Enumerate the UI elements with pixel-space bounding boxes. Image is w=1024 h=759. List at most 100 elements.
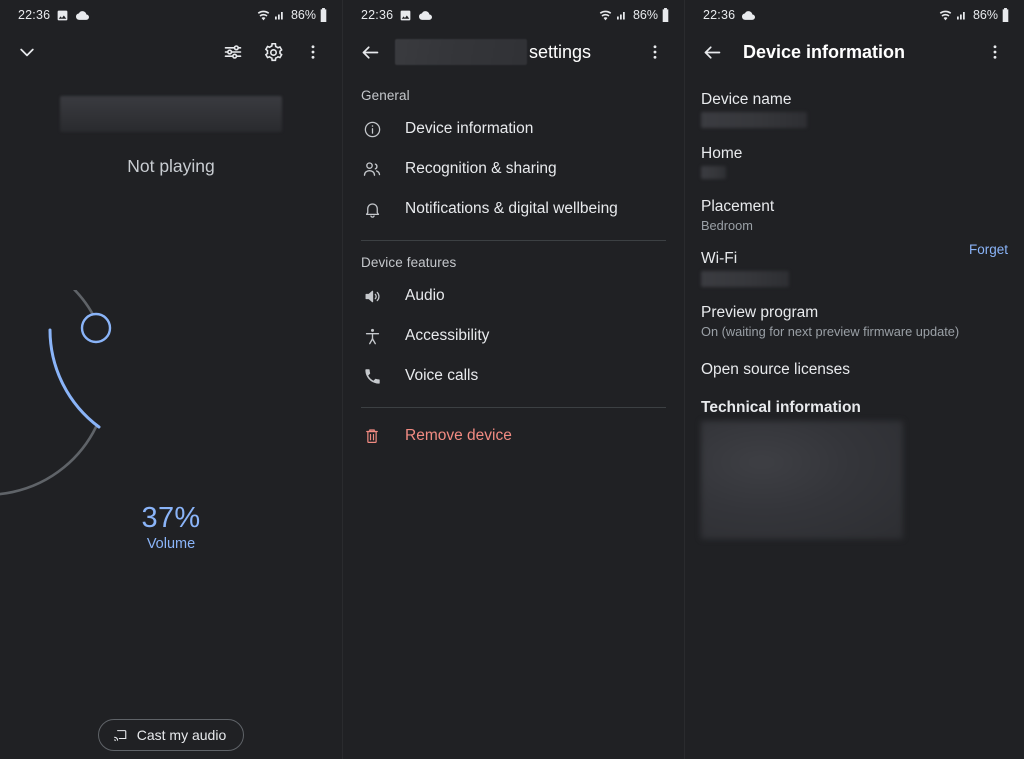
volume-dial[interactable]: 37% Volume (0, 252, 342, 560)
wifi-icon (256, 9, 271, 22)
battery-percent: 86% (972, 8, 998, 22)
battery-icon (1001, 8, 1010, 22)
status-bar: 22:36 86% (685, 0, 1024, 30)
settings-item-label: Notifications & digital wellbeing (405, 200, 618, 217)
settings-appbar: settings (343, 30, 684, 74)
info-row-open-source-licenses[interactable]: Open source licenses (701, 339, 1008, 379)
settings-item-label: Voice calls (405, 367, 479, 384)
status-bar-right: 86% (256, 8, 328, 22)
image-icon (56, 9, 69, 22)
status-time: 22:36 (361, 8, 394, 22)
accessibility-icon (361, 327, 383, 346)
album-art-placeholder (60, 96, 282, 132)
settings-item-device-information[interactable]: Device information (343, 109, 684, 149)
info-row-technical-information: Technical information (701, 379, 1008, 539)
page-title: settings (395, 39, 591, 65)
info-row-home[interactable]: Home (701, 128, 1008, 179)
device-information-list: Device name Home Placement Bedroom Wi-Fi… (685, 74, 1024, 539)
volume-readout: 37% Volume (0, 502, 342, 552)
redacted-wifi-value (701, 271, 789, 287)
gear-icon[interactable] (258, 37, 288, 67)
playback-status: Not playing (127, 156, 215, 176)
status-bar-left: 22:36 (18, 8, 90, 22)
redacted-home-value (701, 166, 726, 179)
redacted-device-name-value (701, 112, 807, 128)
settings-item-notifications-wellbeing[interactable]: Notifications & digital wellbeing (343, 189, 684, 229)
redacted-technical-information-block (701, 421, 903, 539)
device-settings-panel: 22:36 86% settings General Device inform… (342, 0, 684, 759)
section-header-device-features: Device features (361, 255, 457, 270)
device-information-appbar: Device information (685, 30, 1024, 74)
info-label: Preview program (701, 304, 819, 321)
arrow-back-icon[interactable] (697, 37, 727, 67)
three-panel-screenshot: 22:36 86% Not playing 37% Volume Cast my… (0, 0, 1024, 759)
settings-item-accessibility[interactable]: Accessibility (343, 316, 684, 356)
status-time: 22:36 (703, 8, 736, 22)
device-information-panel: 22:36 86% Device information Device name… (684, 0, 1024, 759)
info-circle-icon (361, 120, 383, 139)
cloud-icon (741, 9, 756, 22)
cast-my-audio-button[interactable]: Cast my audio (97, 719, 245, 751)
arrow-back-icon[interactable] (355, 37, 385, 67)
info-label: Wi-Fi (701, 250, 738, 267)
status-bar: 22:36 86% (343, 0, 684, 30)
info-row-device-name[interactable]: Device name (701, 82, 1008, 128)
info-value: On (waiting for next preview firmware up… (701, 324, 960, 339)
now-playing-panel: 22:36 86% Not playing 37% Volume Cast my… (0, 0, 342, 759)
remove-device-button[interactable]: Remove device (343, 416, 684, 456)
cast-button-row: Cast my audio (0, 719, 342, 751)
remove-device-label: Remove device (405, 427, 512, 444)
more-vert-icon[interactable] (298, 37, 328, 67)
battery-icon (319, 8, 328, 22)
info-label: Home (701, 145, 743, 162)
status-bar-right: 86% (938, 8, 1010, 22)
volume-label: Volume (146, 536, 196, 552)
image-icon (399, 9, 412, 22)
info-row-preview-program[interactable]: Preview program On (waiting for next pre… (701, 287, 1008, 339)
cast-icon (113, 728, 128, 742)
volume-progress (48, 328, 101, 429)
tune-sliders-icon[interactable] (218, 37, 248, 67)
settings-item-label: Audio (405, 287, 445, 304)
info-row-wifi[interactable]: Wi-Fi Forget (701, 233, 1008, 287)
settings-item-audio[interactable]: Audio (343, 276, 684, 316)
wifi-icon (938, 9, 953, 22)
signal-icon (616, 9, 628, 21)
section-header-general: General (361, 88, 410, 103)
cloud-icon (418, 9, 433, 22)
chevron-down-icon[interactable] (12, 37, 42, 67)
battery-percent: 86% (290, 8, 316, 22)
people-icon (361, 159, 383, 179)
status-bar: 22:36 86% (0, 0, 342, 30)
signal-icon (956, 9, 968, 21)
info-label: Device name (701, 91, 792, 108)
more-vert-icon[interactable] (980, 37, 1010, 67)
settings-item-recognition-sharing[interactable]: Recognition & sharing (343, 149, 684, 189)
info-value: Bedroom (701, 218, 753, 233)
cast-button-label: Cast my audio (136, 727, 227, 743)
status-bar-left: 22:36 (703, 8, 756, 22)
volume-thumb (80, 312, 112, 344)
page-title-suffix: settings (529, 41, 592, 62)
cloud-icon (75, 9, 90, 22)
redacted-device-name (395, 39, 527, 65)
info-label: Open source licenses (701, 361, 851, 378)
settings-item-voice-calls[interactable]: Voice calls (343, 356, 684, 396)
trash-icon (361, 427, 383, 445)
volume-percent: 37% (141, 502, 201, 534)
status-bar-left: 22:36 (361, 8, 433, 22)
bell-icon (361, 200, 383, 219)
wifi-icon (598, 9, 613, 22)
settings-item-label: Accessibility (405, 327, 490, 344)
info-label: Placement (701, 198, 775, 215)
info-label: Technical information (701, 399, 861, 416)
volume-up-icon (361, 287, 383, 306)
battery-percent: 86% (632, 8, 658, 22)
settings-item-label: Recognition & sharing (405, 160, 557, 177)
forget-wifi-button[interactable]: Forget (969, 242, 1008, 257)
page-title: Device information (743, 41, 906, 62)
signal-icon (274, 9, 286, 21)
more-vert-icon[interactable] (640, 37, 670, 67)
info-row-placement[interactable]: Placement Bedroom (701, 179, 1008, 233)
status-bar-right: 86% (598, 8, 670, 22)
